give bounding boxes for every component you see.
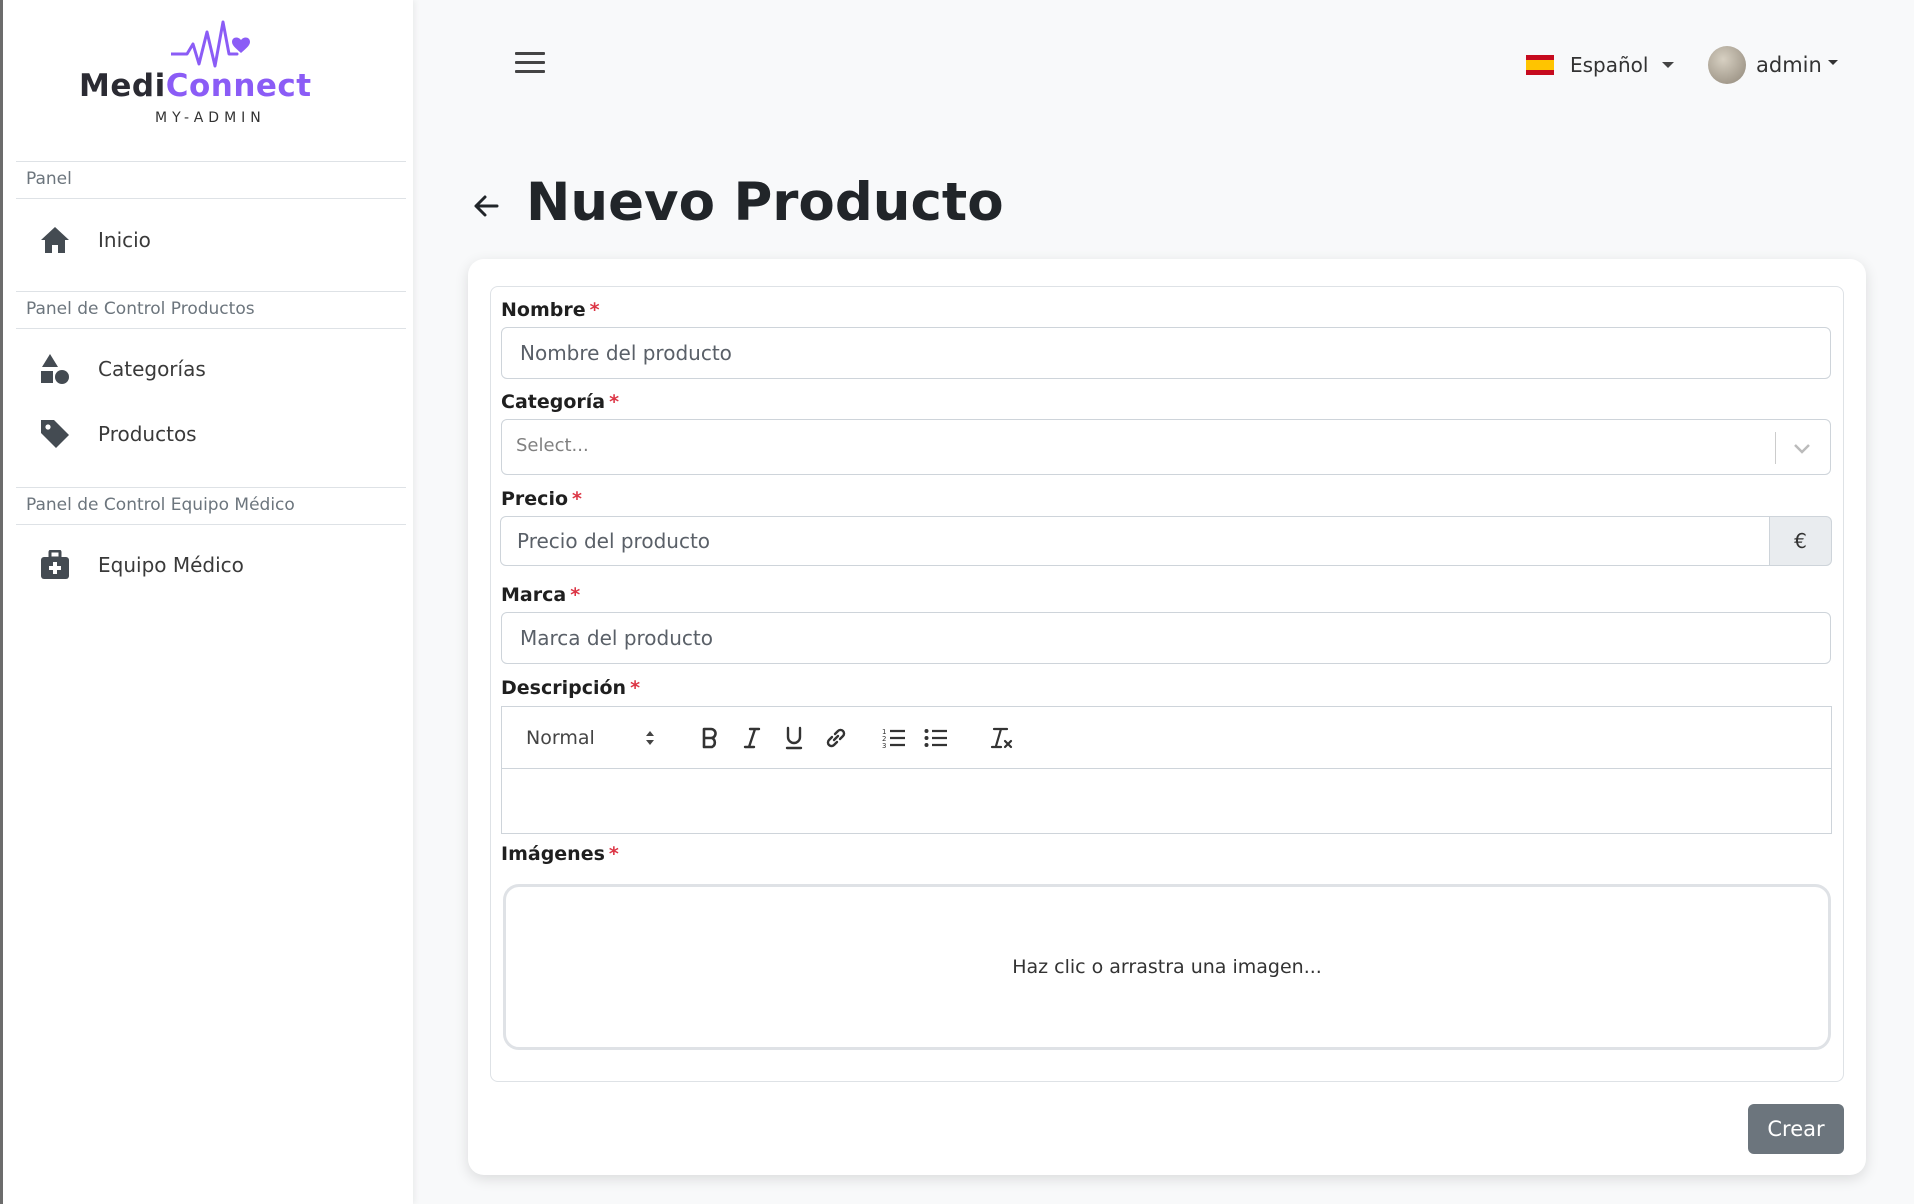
sidebar-item-label: Productos [98,422,197,446]
back-arrow-icon[interactable] [470,190,502,222]
underline-button[interactable] [780,724,808,752]
category-label: Categoría * [501,391,619,413]
create-button[interactable]: Crear [1748,1104,1844,1154]
brand-label-text: Marca [501,584,567,606]
bullet-list-icon [924,728,947,747]
clear-format-icon [990,727,1013,748]
required-marker: * [609,391,620,413]
product-name-input[interactable] [501,327,1831,379]
dropzone-text: Haz clic o arrastra una imagen... [1012,956,1322,978]
category-label-text: Categoría [501,391,606,413]
user-menu[interactable]: admin [1708,46,1838,84]
tag-icon [38,417,72,451]
required-marker: * [570,584,581,606]
svg-text:3: 3 [882,742,886,749]
required-marker: * [630,677,641,699]
heartbeat-logo-icon [171,20,250,68]
bold-icon [702,727,717,748]
home-icon [38,223,72,257]
sidebar-item-label: Inicio [98,228,151,252]
language-selector[interactable]: Español [1526,48,1675,82]
select-separator [1775,432,1776,464]
sidebar-item-productos[interactable]: Productos [16,406,406,462]
bold-button[interactable] [696,724,724,752]
italic-icon [743,727,761,748]
updown-icon [646,730,654,745]
sidebar-item-inicio[interactable]: Inicio [16,212,406,268]
name-label-text: Nombre [501,299,586,321]
brand-subtitle: MY-ADMIN [155,110,266,126]
link-button[interactable] [822,724,850,752]
description-label-text: Descripción [501,677,627,699]
language-label: Español [1570,53,1649,77]
price-input-group: € [500,516,1832,566]
description-label: Descripción * [501,677,640,699]
text-format-select[interactable]: Normal [526,727,656,749]
brand-logo[interactable]: MediConnect MY-ADMIN [79,18,343,128]
category-select[interactable]: Select... [501,419,1831,475]
underline-icon [785,726,803,749]
description-editor[interactable] [501,768,1832,834]
menu-toggle-icon[interactable] [515,52,545,76]
text-format-value: Normal [526,726,595,749]
image-dropzone[interactable]: Haz clic o arrastra una imagen... [503,884,1831,1050]
sidebar-item-label: Categorías [98,357,206,381]
currency-addon: € [1770,516,1832,566]
price-label: Precio * [501,488,582,510]
sidebar-item-label: Equipo Médico [98,553,244,577]
brand-name-part1: Medi [79,68,166,104]
required-marker: * [572,488,582,510]
clear-format-button[interactable] [988,724,1016,752]
price-label-text: Precio [501,488,569,510]
chevron-down-icon [1794,444,1810,454]
sidebar-section-panel: Panel [16,161,406,199]
bullet-list-button[interactable] [922,724,950,752]
sidebar: MediConnect MY-ADMIN Panel Inicio Panel … [0,0,413,1204]
shapes-icon [38,352,72,386]
category-select-placeholder: Select... [516,435,589,456]
product-price-input[interactable] [500,516,1770,566]
chevron-down-icon [1662,62,1675,68]
user-name: admin [1756,53,1822,77]
link-icon [826,728,846,747]
rich-text-toolbar: Normal 123 [501,706,1832,768]
medical-kit-icon [38,548,72,582]
avatar [1708,46,1746,84]
ordered-list-button[interactable]: 123 [880,724,908,752]
images-label-text: Imágenes [501,843,605,865]
brand-name-part2: Connect [165,68,312,104]
sidebar-section-productos: Panel de Control Productos [16,291,406,329]
product-brand-input[interactable] [501,612,1831,664]
required-marker: * [608,843,619,865]
chevron-down-icon [1827,59,1838,65]
sidebar-item-categorias[interactable]: Categorías [16,341,406,397]
images-label: Imágenes * [501,843,619,865]
brand-label: Marca * [501,584,580,606]
brand-name: MediConnect [79,68,312,104]
sidebar-section-equipo: Panel de Control Equipo Médico [16,487,406,525]
name-label: Nombre * [501,299,600,321]
sidebar-item-equipo-medico[interactable]: Equipo Médico [16,537,406,593]
ordered-list-icon: 123 [882,728,905,749]
italic-button[interactable] [738,724,766,752]
product-form-card: Nombre* Categoría* Select... Precio* € M… [468,259,1866,1175]
page-title: Nuevo Producto [526,172,1004,233]
form-fields-container: Nombre* Categoría* Select... Precio* € M… [490,286,1844,1082]
spain-flag-icon [1526,55,1554,75]
required-marker: * [589,299,600,321]
